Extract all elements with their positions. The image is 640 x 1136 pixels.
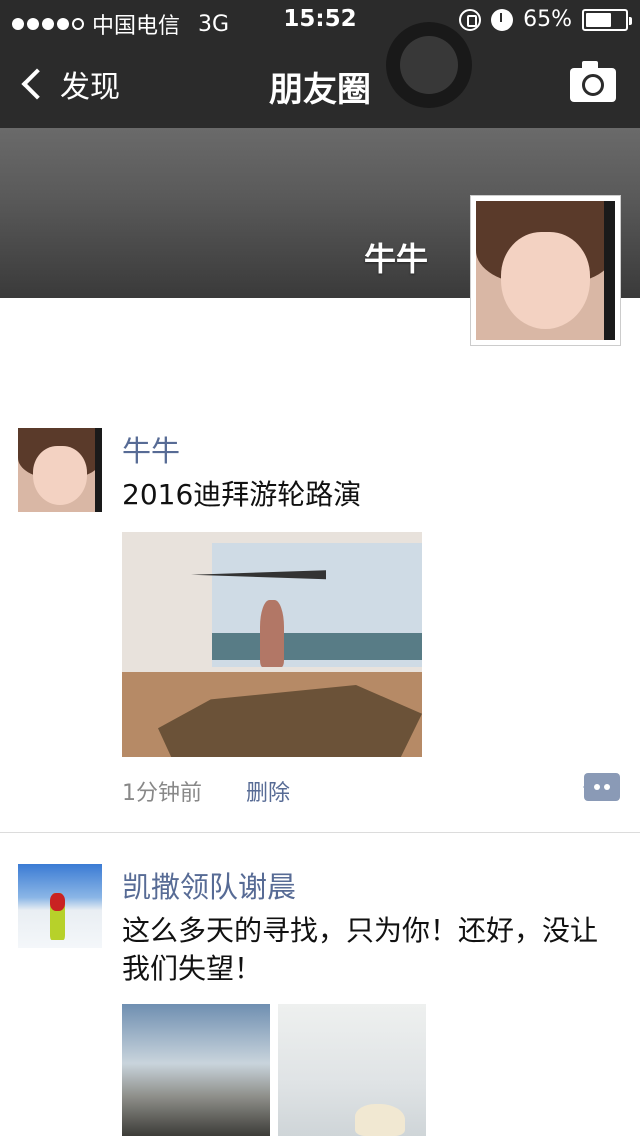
post-author[interactable]: 凯撒领队谢晨 bbox=[122, 864, 296, 906]
alarm-icon bbox=[491, 8, 514, 31]
post-time: 1分钟前 bbox=[122, 781, 202, 806]
post-text: 2016迪拜游轮路演 bbox=[122, 478, 362, 511]
battery-percent: 65% bbox=[523, 7, 572, 32]
delete-button[interactable]: 删除 bbox=[246, 775, 290, 807]
camera-icon[interactable] bbox=[570, 61, 616, 102]
divider bbox=[0, 832, 640, 833]
post-photo[interactable] bbox=[122, 532, 422, 757]
post-author[interactable]: 牛牛 bbox=[122, 428, 180, 470]
status-right: 65% bbox=[459, 7, 632, 32]
profile-avatar[interactable] bbox=[470, 195, 621, 346]
navigation-bar: 发现 朋友圈 bbox=[0, 40, 640, 128]
comment-icon[interactable] bbox=[583, 773, 620, 801]
battery-fill bbox=[586, 12, 611, 27]
assistive-touch-button[interactable] bbox=[386, 22, 472, 108]
post-photo[interactable] bbox=[122, 1004, 270, 1136]
cover-user-name: 牛牛 bbox=[363, 240, 428, 278]
moments-page: 中国电信 3G 15:52 65% 发现 朋友圈 牛牛 牛牛 2016迪拜游轮路… bbox=[0, 0, 640, 1136]
post-photo[interactable] bbox=[278, 1004, 426, 1136]
orientation-lock-icon bbox=[459, 8, 482, 31]
page-title: 朋友圈 bbox=[269, 70, 371, 110]
battery-icon bbox=[582, 8, 632, 31]
status-bar: 中国电信 3G 15:52 65% bbox=[0, 0, 640, 40]
avatar[interactable] bbox=[18, 428, 102, 512]
avatar[interactable] bbox=[18, 864, 102, 948]
post-text: 这么多天的寻找，只为你！还好，没让我们失望！ bbox=[122, 914, 599, 985]
